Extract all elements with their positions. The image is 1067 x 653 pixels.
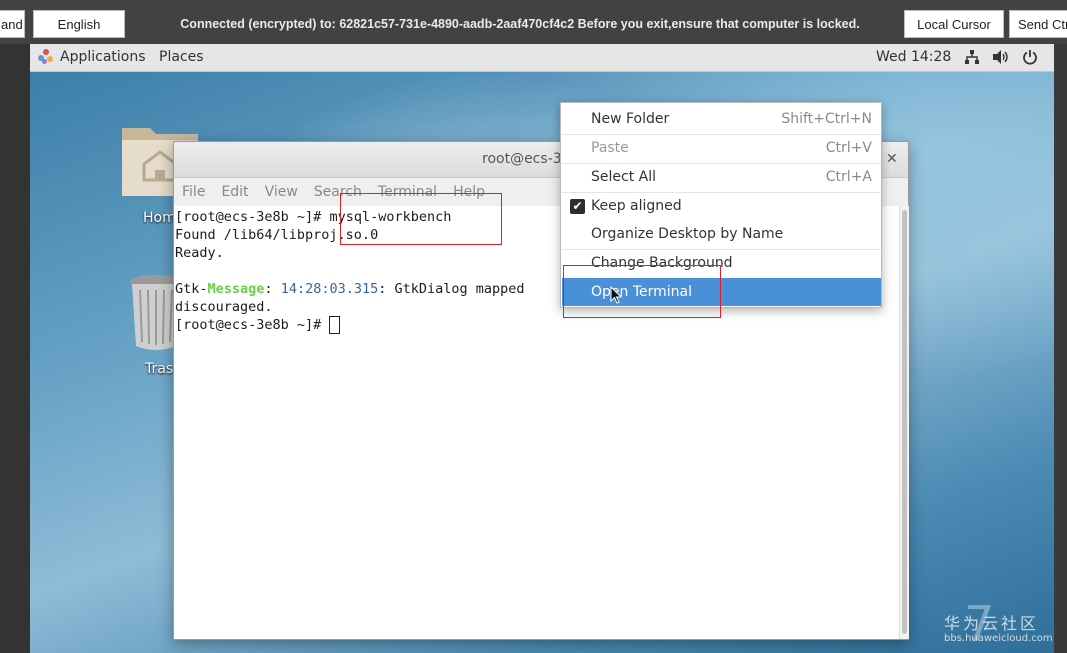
gtk-message-tag: Message bbox=[207, 281, 265, 297]
network-icon[interactable] bbox=[964, 49, 980, 69]
prompt: [root@ecs-3e8b ~]# bbox=[175, 209, 330, 225]
gtk-prefix: Gtk- bbox=[175, 281, 208, 297]
applications-label: Applications bbox=[60, 49, 146, 65]
home-folder-label: Hom bbox=[143, 210, 176, 226]
local-cursor-button[interactable]: Local Cursor bbox=[904, 10, 1004, 38]
log-timestamp: 14:28:03.315 bbox=[280, 281, 379, 297]
connection-status: Connected (encrypted) to: 62821c57-731e-… bbox=[180, 17, 860, 31]
menu-item-organize-desktop[interactable]: Organize Desktop by Name bbox=[562, 220, 881, 248]
menu-item-label: Paste bbox=[591, 140, 629, 156]
language-button[interactable]: English bbox=[33, 10, 125, 38]
scrollbar-thumb[interactable] bbox=[902, 210, 907, 634]
watermark-logo-icon: 7 bbox=[964, 596, 995, 652]
menu-item-label: Select All bbox=[591, 169, 656, 185]
watermark-text: 华为云社区 bbox=[944, 614, 1040, 633]
places-menu[interactable]: Places bbox=[159, 49, 204, 65]
checkbox-checked-icon[interactable]: ✔ bbox=[570, 198, 585, 214]
watermark-url: bbs.huaweicloud.com bbox=[944, 633, 1053, 644]
volume-icon[interactable] bbox=[992, 49, 1010, 69]
power-icon[interactable] bbox=[1022, 49, 1038, 69]
menu-item-label: Keep aligned bbox=[591, 198, 682, 214]
mouse-pointer-icon bbox=[610, 285, 623, 308]
top-panel: Applications Places Wed 14:28 bbox=[30, 44, 1054, 72]
menu-item-select-all[interactable]: Select All Ctrl+A bbox=[562, 163, 881, 191]
menu-item-shortcut: Ctrl+A bbox=[825, 169, 872, 185]
gnome-foot-icon bbox=[38, 49, 54, 65]
menu-item-label: Organize Desktop by Name bbox=[591, 226, 784, 242]
watermark: 7 华为云社区 bbs.huaweicloud.com bbox=[944, 596, 1053, 652]
menu-view[interactable]: View bbox=[265, 184, 298, 200]
terminal-title: root@ecs-3 bbox=[482, 151, 562, 167]
close-icon[interactable]: ✕ bbox=[886, 151, 898, 167]
trash-label: Tras bbox=[145, 361, 174, 377]
annotation-box-open-terminal bbox=[563, 265, 721, 318]
menu-item-shortcut: Ctrl+V bbox=[825, 140, 872, 156]
menu-item-label: New Folder bbox=[591, 111, 670, 127]
gtk-message-text: : GtkDialog mapped bbox=[378, 281, 525, 297]
console-right-margin bbox=[1054, 44, 1067, 653]
command-button[interactable]: and bbox=[0, 10, 25, 38]
menu-item-keep-aligned[interactable]: ✔ Keep aligned bbox=[562, 192, 881, 220]
remote-console-toolbar: and English Connected (encrypted) to: 62… bbox=[0, 0, 1067, 44]
annotation-box-command bbox=[340, 193, 502, 245]
menu-item-paste[interactable]: Paste Ctrl+V bbox=[562, 134, 881, 162]
menu-item-new-folder[interactable]: New Folder Shift+Ctrl+N bbox=[562, 105, 881, 133]
menu-file[interactable]: File bbox=[182, 184, 205, 200]
output-line: discouraged. bbox=[175, 299, 273, 315]
menu-item-shortcut: Shift+Ctrl+N bbox=[781, 111, 872, 127]
separator: : bbox=[264, 281, 281, 297]
applications-menu[interactable]: Applications bbox=[38, 49, 146, 65]
menu-edit[interactable]: Edit bbox=[221, 184, 248, 200]
prompt: [root@ecs-3e8b ~]# bbox=[175, 317, 330, 333]
text-cursor bbox=[329, 316, 341, 334]
send-ctrl-button[interactable]: Send Ctrl bbox=[1009, 10, 1067, 38]
console-left-margin bbox=[0, 44, 30, 653]
output-line: Ready. bbox=[175, 245, 224, 261]
clock[interactable]: Wed 14:28 bbox=[876, 49, 951, 65]
terminal-scrollbar[interactable] bbox=[899, 206, 909, 639]
